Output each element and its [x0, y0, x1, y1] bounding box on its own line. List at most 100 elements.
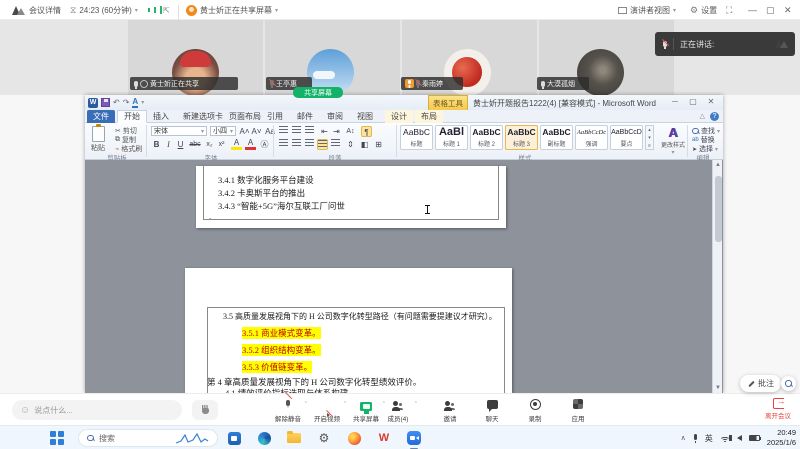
ime-indicator[interactable]: 英: [705, 433, 713, 444]
align-left-icon[interactable]: [278, 139, 289, 150]
font-color-icon[interactable]: A: [132, 98, 138, 108]
undo-icon[interactable]: ↶: [113, 98, 120, 107]
tab-review[interactable]: 审阅: [321, 110, 349, 123]
style-subtitle[interactable]: AaBbC副标题: [540, 125, 573, 150]
word-minimize-button[interactable]: ─: [667, 97, 683, 106]
grow-font-icon[interactable]: A˄: [239, 126, 250, 137]
taskbar-folder-icon[interactable]: [286, 430, 302, 446]
qat-dropdown-icon[interactable]: ▾: [141, 99, 144, 106]
tab-table-layout[interactable]: 布局: [415, 110, 443, 123]
tray-expand-icon[interactable]: ∧: [681, 434, 686, 442]
chat-input[interactable]: ☺ 说点什么...: [12, 400, 182, 420]
tab-table-design[interactable]: 设计: [385, 110, 413, 123]
shading-icon[interactable]: ◧: [359, 139, 370, 150]
annotate-button[interactable]: 批注: [740, 375, 781, 392]
meeting-timer[interactable]: ⧖ 24:23 (60分钟) ▾: [70, 0, 138, 20]
subscript-button[interactable]: x₂: [204, 139, 215, 150]
help-icon[interactable]: ?: [710, 112, 719, 121]
share-link-icon[interactable]: ⇱: [163, 0, 170, 20]
style-heading3[interactable]: AaBbC标题 3: [505, 125, 538, 150]
bullet-list-icon[interactable]: [278, 126, 289, 137]
font-color-button[interactable]: A: [245, 139, 256, 150]
maximize-button[interactable]: ▢: [766, 0, 780, 20]
document-page-2[interactable]: 3.5 高质量发展视角下的 H 公司数字化转型路径（有问题需要提建议才研究）。 …: [185, 268, 512, 393]
settings-button[interactable]: ⚙ 设置: [690, 0, 717, 20]
battery-icon[interactable]: [749, 435, 760, 441]
start-video-button[interactable]: ⌃ 开启视频: [305, 397, 349, 423]
strikethrough-button[interactable]: abc: [187, 139, 203, 150]
record-button[interactable]: 录制: [513, 397, 557, 423]
tab-home[interactable]: 开始: [117, 110, 147, 123]
justify-icon[interactable]: [317, 139, 328, 150]
borders-icon[interactable]: ⊞: [373, 139, 384, 150]
tab-custom[interactable]: 新建选项卡: [177, 110, 229, 123]
font-size-select[interactable]: 小四▾: [210, 126, 236, 136]
line-spacing-icon[interactable]: ⇕: [345, 139, 356, 150]
view-mode-button[interactable]: 演讲者视图 ▾: [618, 0, 676, 20]
taskbar-edge-icon[interactable]: [256, 430, 272, 446]
fullscreen-button[interactable]: ⛶: [726, 0, 740, 20]
close-button[interactable]: ✕: [784, 0, 798, 20]
ribbon-collapse-icon[interactable]: △: [700, 112, 705, 120]
align-center-icon[interactable]: [291, 139, 302, 150]
reaction-button[interactable]: [192, 400, 218, 420]
styles-scroll[interactable]: ▴▾≡: [645, 125, 654, 150]
enclose-char-icon[interactable]: Ⓐ: [259, 139, 270, 150]
unmute-button[interactable]: ⌃ 解除静音: [266, 397, 310, 423]
scroll-up-icon[interactable]: ▲: [713, 162, 723, 168]
word-titlebar[interactable]: W ↶ ↷ A ▾ 表格工具 黄士妡开题报告1222(4) [兼容模式] - M…: [85, 95, 723, 110]
taskbar-meeting-icon[interactable]: [406, 430, 422, 446]
change-case-icon[interactable]: Aa: [263, 126, 277, 137]
style-emphasis[interactable]: AaBbCcDc强调: [575, 125, 608, 150]
invite-button[interactable]: 邀请: [428, 397, 472, 423]
tab-references[interactable]: 引用: [261, 110, 289, 123]
increase-indent-icon[interactable]: ⇥: [331, 126, 342, 137]
leave-meeting-button[interactable]: 离开会议: [758, 398, 798, 420]
tray-clock[interactable]: 20:49 2025/1/6: [767, 428, 796, 448]
tab-mailings[interactable]: 邮件: [291, 110, 319, 123]
highlight-color-button[interactable]: A: [231, 139, 242, 150]
save-icon[interactable]: [101, 98, 110, 107]
tab-insert[interactable]: 插入: [147, 110, 175, 123]
redo-icon[interactable]: ↷: [123, 98, 130, 107]
taskbar-firefox-icon[interactable]: [346, 430, 362, 446]
word-close-button[interactable]: ✕: [703, 97, 719, 106]
sharing-status[interactable]: 黄士妡正在共享屏幕 ▾: [186, 0, 278, 20]
underline-button[interactable]: U: [175, 139, 186, 150]
taskbar-search[interactable]: 搜索: [78, 429, 218, 447]
numbered-list-icon[interactable]: [291, 126, 302, 137]
font-name-select[interactable]: 宋体▾: [151, 126, 207, 136]
align-right-icon[interactable]: [304, 139, 315, 150]
taskbar-store-icon[interactable]: [226, 430, 242, 446]
style-heading2[interactable]: AaBbC标题 2: [470, 125, 503, 150]
members-button[interactable]: ⌃ 成员(4): [376, 397, 420, 423]
pilcrow-toggle[interactable]: ¶: [361, 126, 372, 137]
scrollbar-thumb[interactable]: [715, 176, 722, 242]
tab-view[interactable]: 视图: [351, 110, 379, 123]
tab-file[interactable]: 文件: [87, 110, 115, 123]
document-area[interactable]: 3.4.1 数字化服务平台建设 3.4.2 卡奥斯平台的推出 3.4.3 “智能…: [85, 160, 723, 393]
share-screen-pill[interactable]: 共享屏幕: [293, 87, 343, 98]
taskbar-settings-icon[interactable]: ⚙: [316, 430, 332, 446]
taskbar-wps-icon[interactable]: W: [376, 430, 392, 446]
superscript-button[interactable]: x²: [216, 139, 227, 150]
apps-button[interactable]: 应用: [556, 397, 600, 423]
multilevel-list-icon[interactable]: [304, 126, 315, 137]
speaker-icon[interactable]: [737, 435, 742, 441]
minimize-button[interactable]: —: [748, 0, 762, 20]
meeting-detail-button[interactable]: 会议详情: [12, 0, 61, 20]
style-title[interactable]: AaBbC标题: [400, 125, 433, 150]
decrease-indent-icon[interactable]: ⇤: [319, 126, 330, 137]
document-page-1[interactable]: 3.4.1 数字化服务平台建设 3.4.2 卡奥斯平台的推出 3.4.3 “智能…: [196, 166, 506, 228]
tray-mic-icon[interactable]: [693, 434, 698, 443]
chat-button[interactable]: 聊天: [470, 397, 514, 423]
start-button[interactable]: [50, 431, 64, 445]
style-strong[interactable]: AaBbCcD要点: [610, 125, 643, 150]
scroll-down-icon[interactable]: ▼: [713, 385, 723, 391]
bold-button[interactable]: B: [151, 139, 162, 150]
magnifier-button[interactable]: [781, 376, 796, 391]
distribute-icon[interactable]: [330, 139, 341, 150]
word-scrollbar[interactable]: ▲ ▼: [712, 160, 722, 393]
shrink-font-icon[interactable]: A˅: [251, 126, 262, 137]
italic-button[interactable]: I: [163, 139, 174, 150]
